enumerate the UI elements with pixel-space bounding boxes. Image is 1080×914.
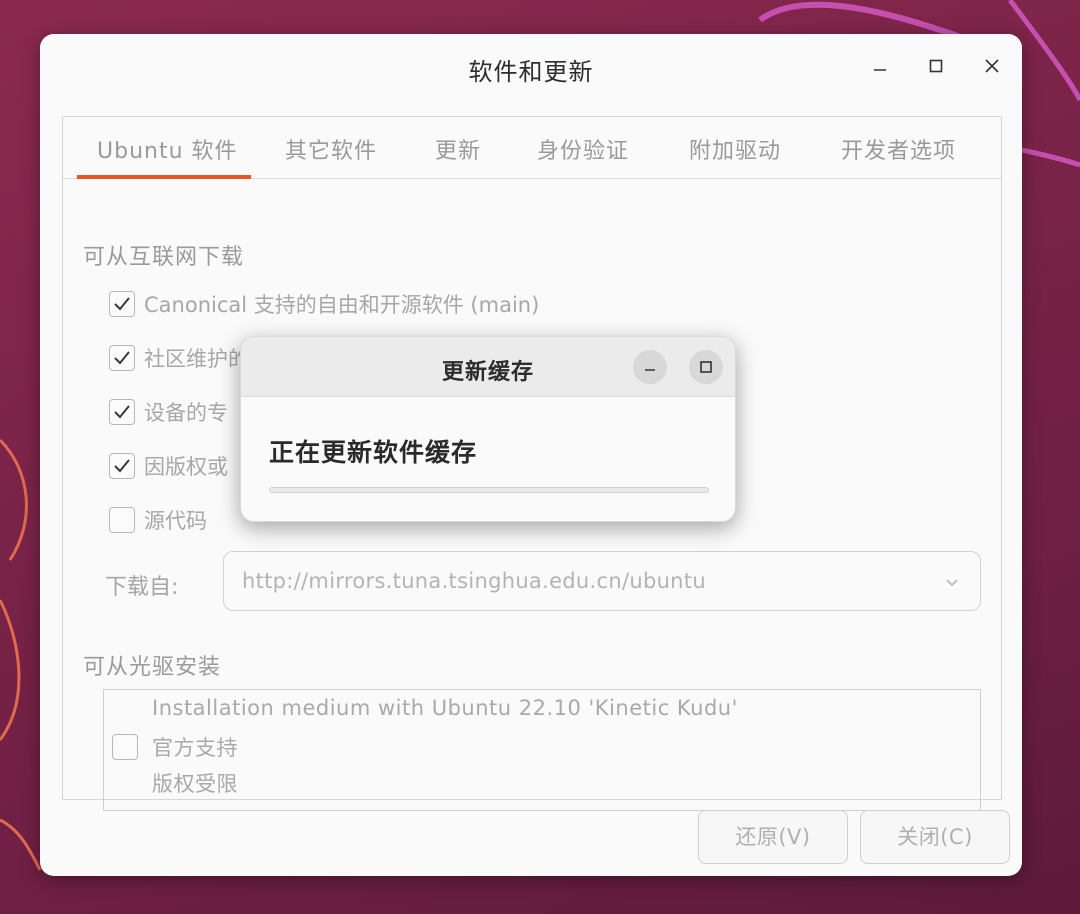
checkmark-icon — [114, 459, 130, 473]
checkbox-label: 源代码 — [144, 509, 207, 533]
minimize-button[interactable] — [868, 54, 892, 78]
active-tab-indicator — [77, 175, 251, 179]
checkbox-label: Canonical 支持的自由和开源软件 (main) — [144, 293, 540, 317]
cdrom-restricted-copyright: 版权受限 — [152, 772, 238, 796]
checkmark-icon — [114, 405, 130, 419]
checkmark-icon — [114, 351, 130, 365]
checkbox-label: 设备的专 — [144, 401, 228, 425]
multiverse-checkbox[interactable] — [109, 453, 135, 479]
source-code-checkbox[interactable] — [109, 507, 135, 533]
cdrom-medium-name: Installation medium with Ubuntu 22.10 'K… — [152, 696, 738, 720]
chevron-down-icon — [946, 579, 958, 587]
checkbox-row-main[interactable]: Canonical 支持的自由和开源软件 (main) — [109, 289, 539, 319]
checkbox-row-source-code[interactable]: 源代码 — [109, 505, 207, 535]
tab-updates[interactable]: 更新 — [435, 133, 481, 165]
close-icon — [985, 59, 999, 73]
update-progress-bar — [269, 487, 709, 493]
close-button[interactable]: 关闭(C) — [860, 810, 1010, 864]
close-window-button[interactable] — [980, 54, 1004, 78]
titlebar[interactable]: 软件和更新 — [40, 34, 1022, 96]
checkbox-row-restricted[interactable]: 设备的专 — [109, 397, 228, 427]
main-checkbox[interactable] — [109, 291, 135, 317]
mirror-value: http://mirrors.tuna.tsinghua.edu.cn/ubun… — [242, 569, 706, 593]
tab-ubuntu-software[interactable]: Ubuntu 软件 — [97, 133, 238, 165]
universe-checkbox[interactable] — [109, 345, 135, 371]
internet-section-heading: 可从互联网下载 — [83, 245, 245, 270]
minimize-icon — [874, 69, 886, 71]
cdrom-official-supported: 官方支持 — [152, 736, 238, 760]
cdrom-checkbox[interactable] — [112, 734, 138, 760]
revert-button[interactable]: 还原(V) — [698, 810, 848, 864]
checkbox-label: 因版权或 — [144, 455, 228, 479]
dialog-message: 正在更新软件缓存 — [269, 438, 478, 467]
minimize-icon — [645, 369, 655, 371]
checkmark-icon — [114, 297, 130, 311]
maximize-button[interactable] — [924, 54, 948, 78]
cdrom-frame: Installation medium with Ubuntu 22.10 'K… — [103, 689, 981, 811]
maximize-icon — [929, 59, 943, 73]
tab-developer-options[interactable]: 开发者选项 — [841, 133, 956, 165]
tab-other-software[interactable]: 其它软件 — [285, 133, 377, 165]
download-from-label: 下载自: — [105, 575, 179, 600]
checkbox-row-multiverse[interactable]: 因版权或 — [109, 451, 228, 481]
tab-bar: Ubuntu 软件 其它软件 更新 身份验证 附加驱动 开发者选项 — [63, 117, 1001, 179]
maximize-icon — [700, 361, 712, 373]
update-cache-dialog: 更新缓存 正在更新软件缓存 — [240, 336, 736, 522]
cdrom-section-heading: 可从光驱安装 — [83, 655, 222, 680]
restricted-checkbox[interactable] — [109, 399, 135, 425]
dialog-minimize-button[interactable] — [633, 350, 667, 384]
mirror-select[interactable]: http://mirrors.tuna.tsinghua.edu.cn/ubun… — [223, 551, 981, 611]
tab-additional-drivers[interactable]: 附加驱动 — [689, 133, 781, 165]
tab-authentication[interactable]: 身份验证 — [537, 133, 629, 165]
dialog-maximize-button[interactable] — [689, 350, 723, 384]
dialog-titlebar[interactable]: 更新缓存 — [241, 337, 735, 397]
